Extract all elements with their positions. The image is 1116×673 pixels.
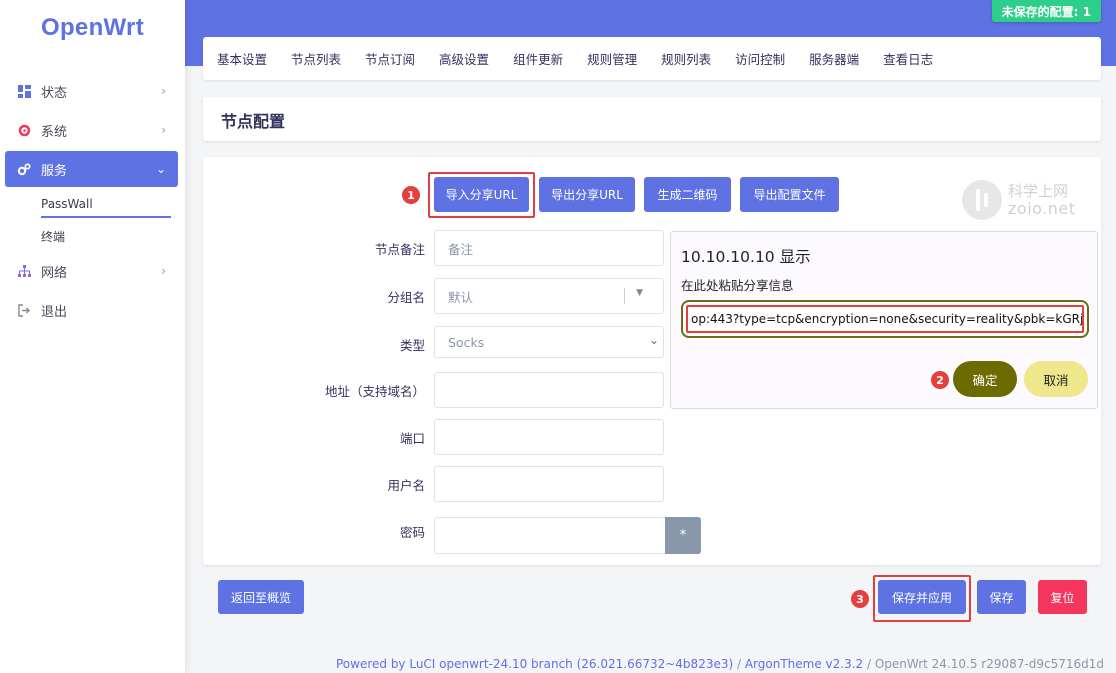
combobox-divider — [624, 288, 625, 304]
save-button[interactable]: 保存 — [977, 580, 1026, 614]
generate-qr-button[interactable]: 生成二维码 — [644, 177, 731, 212]
address-label: 地址（支持域名） — [324, 384, 425, 399]
dialog-prompt: 在此处粘贴分享信息 — [681, 278, 794, 293]
footer-theme-link[interactable]: ArgonTheme v2.3.2 — [745, 657, 863, 671]
tab-basic-settings[interactable]: 基本设置 — [217, 49, 267, 68]
sidebar-item-label: 系统 — [41, 124, 68, 140]
tab-rule-list[interactable]: 规则列表 — [661, 49, 711, 68]
step-badge-3: 3 — [851, 590, 869, 608]
dialog-title: 10.10.10.10 显示 — [681, 248, 811, 266]
type-label: 类型 — [399, 338, 425, 353]
port-label: 端口 — [399, 431, 425, 446]
sidebar-item-network[interactable]: 网络 › — [5, 253, 178, 289]
password-label: 密码 — [399, 525, 425, 540]
password-reveal-button[interactable]: * — [665, 517, 701, 554]
type-select[interactable]: Socks ⌄ — [434, 326, 664, 358]
import-share-url-button[interactable]: 导入分享URL — [434, 177, 529, 212]
watermark-domain: zoio.net — [1008, 199, 1076, 218]
chevron-right-icon: › — [161, 264, 166, 278]
openwrt-logo[interactable]: OpenWrt — [41, 14, 144, 42]
back-to-overview-button[interactable]: 返回至概览 — [218, 580, 304, 614]
chevron-down-icon: ⌄ — [648, 333, 659, 347]
gear-icon — [17, 123, 31, 137]
sidebar-item-logout[interactable]: 退出 — [5, 292, 178, 328]
tab-bar: 基本设置 节点列表 节点订阅 高级设置 组件更新 规则管理 规则列表 访问控制 … — [203, 37, 1101, 80]
address-input[interactable] — [434, 372, 664, 408]
dialog-cancel-button[interactable]: 取消 — [1024, 361, 1088, 397]
page-title: 节点配置 — [221, 112, 286, 131]
prompt-dialog: 10.10.10.10 显示 在此处粘贴分享信息 op:443?type=tcp… — [670, 231, 1098, 409]
save-and-apply-button[interactable]: 保存并应用 — [878, 580, 966, 614]
share-info-input-outline: op:443?type=tcp&encryption=none&security… — [681, 300, 1089, 338]
type-value: Socks — [448, 334, 485, 350]
sidebar-item-label: 网络 — [41, 265, 68, 281]
tab-view-logs[interactable]: 查看日志 — [883, 49, 933, 68]
watermark: 科学上网 zoio.net — [962, 180, 1082, 224]
sidebar-subitem-terminal[interactable]: 终端 — [41, 228, 65, 245]
watermark-logo-icon — [962, 180, 1002, 220]
unsaved-changes-badge[interactable]: 未保存的配置: 1 — [991, 0, 1101, 22]
sidebar-item-services[interactable]: 服务 ⌄ — [5, 151, 178, 187]
tab-access-control[interactable]: 访问控制 — [735, 49, 785, 68]
footer-luci-link[interactable]: Powered by LuCI openwrt-24.10 branch (26… — [336, 657, 733, 671]
footer-separator: / — [863, 657, 875, 671]
step-badge-1: 1 — [402, 186, 420, 204]
sidebar-item-label: 退出 — [41, 304, 68, 320]
footer-version: OpenWrt 24.10.5 r29087-d9c5716d1d — [874, 657, 1104, 671]
cogs-icon — [17, 162, 31, 176]
step-badge-2: 2 — [931, 371, 949, 389]
dialog-ok-button[interactable]: 确定 — [953, 361, 1017, 397]
chevron-down-icon: ⌄ — [155, 162, 166, 176]
dropdown-caret-icon[interactable]: ▼ — [636, 288, 643, 298]
group-combobox[interactable]: 默认 ▼ — [434, 278, 664, 314]
tab-rule-manage[interactable]: 规则管理 — [587, 49, 637, 68]
username-label: 用户名 — [387, 478, 425, 493]
remarks-placeholder: 备注 — [448, 241, 474, 257]
reset-button[interactable]: 复位 — [1038, 580, 1087, 614]
password-input[interactable] — [434, 517, 666, 554]
chevron-right-icon: › — [161, 84, 166, 98]
sitemap-icon — [17, 264, 31, 278]
footer: Powered by LuCI openwrt-24.10 branch (26… — [336, 657, 1104, 671]
chevron-right-icon: › — [161, 123, 166, 137]
sidebar-item-label: 状态 — [41, 85, 68, 101]
username-input[interactable] — [434, 466, 664, 502]
group-label: 分组名 — [387, 290, 425, 305]
watermark-text: 科学上网 — [1008, 182, 1069, 200]
remarks-input[interactable]: 备注 — [434, 230, 664, 266]
tab-node-list[interactable]: 节点列表 — [291, 49, 341, 68]
sidebar-subitem-passwall[interactable]: PassWall — [41, 197, 171, 218]
sidebar-item-system[interactable]: 系统 › — [5, 112, 178, 148]
tab-node-subscribe[interactable]: 节点订阅 — [365, 49, 415, 68]
dashboard-icon — [17, 84, 31, 98]
export-share-url-button[interactable]: 导出分享URL — [539, 177, 635, 212]
sidebar-item-label: 服务 — [41, 163, 68, 179]
footer-separator: / — [733, 657, 745, 671]
tab-advanced-settings[interactable]: 高级设置 — [439, 49, 489, 68]
export-config-file-button[interactable]: 导出配置文件 — [740, 177, 839, 212]
sidebar-item-status[interactable]: 状态 › — [5, 73, 178, 109]
logout-icon — [17, 303, 31, 317]
tab-component-update[interactable]: 组件更新 — [513, 49, 563, 68]
port-input[interactable] — [434, 419, 664, 455]
group-value: 默认 — [448, 289, 474, 305]
remarks-label: 节点备注 — [374, 242, 425, 257]
share-info-input[interactable]: op:443?type=tcp&encryption=none&security… — [686, 305, 1084, 333]
tab-server[interactable]: 服务器端 — [809, 49, 859, 68]
title-card: 节点配置 — [203, 97, 1101, 141]
sidebar: OpenWrt 状态 › 系统 › 服务 ⌄ PassWall 终端 网络 › … — [0, 0, 185, 673]
